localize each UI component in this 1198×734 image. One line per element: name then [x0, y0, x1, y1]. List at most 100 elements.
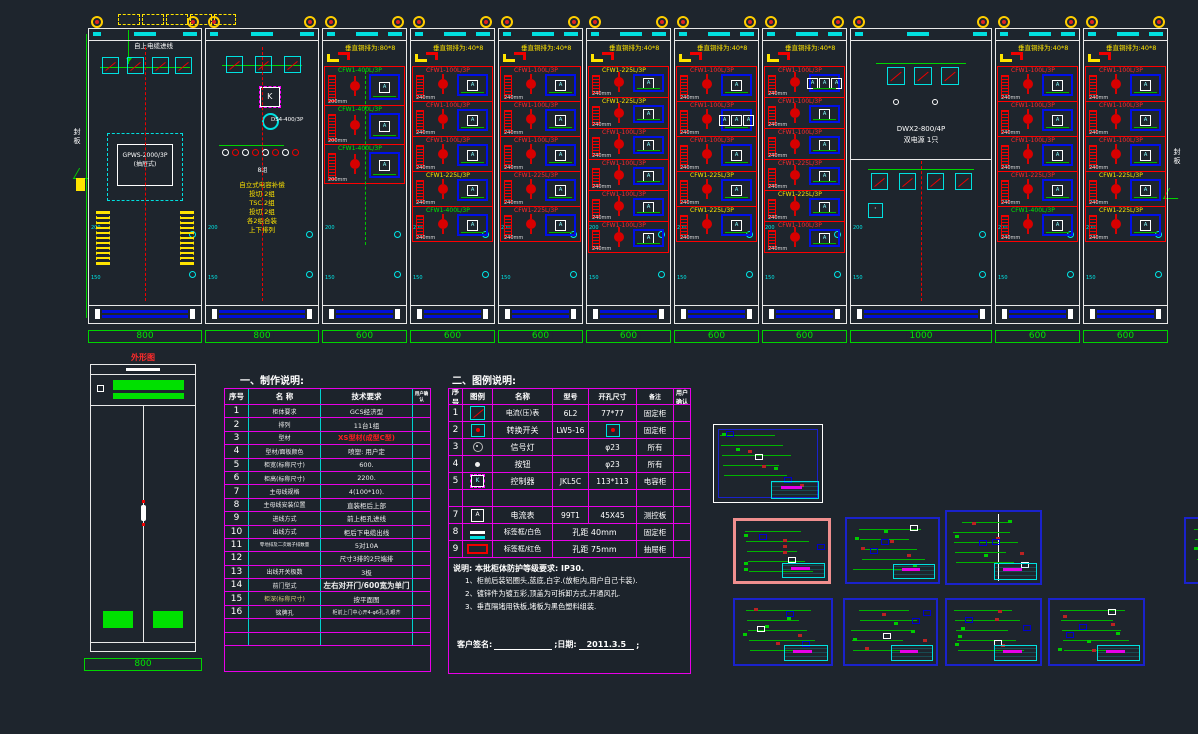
busbar-cap: [395, 309, 400, 319]
busbar-cap: [571, 309, 576, 319]
cabinet-elevation-8: 200150垂直铜排为:40*8CFW1-100L/3PAAA240mmCFW1…: [762, 28, 847, 344]
junction-dot: [893, 99, 899, 105]
table-row: 9进线方式前上柜孔进线: [225, 512, 430, 525]
section-dim-label: 150: [853, 276, 863, 281]
circuit-line: [954, 610, 1012, 611]
section-dim-label: 150: [501, 276, 511, 281]
breaker-row: CFW1-100L/3PA240mm: [589, 191, 668, 222]
component-mark: [882, 613, 886, 616]
horizontal-busbar: [776, 315, 833, 318]
meter-box: A: [545, 74, 576, 96]
table-row: 3信号灯φ23所有: [449, 439, 690, 456]
breaker-label: CFW1-100L/3P: [690, 102, 734, 109]
breaker-symbol-icon: [1023, 79, 1033, 89]
cad-drawing-canvas[interactable]: { "canvas": {"background": "#1e252d", "a…: [0, 0, 1198, 734]
needle: [874, 177, 885, 186]
meter-box: A: [545, 144, 576, 166]
width-dimension-label: 600: [529, 331, 552, 342]
legend-name: 转换开关: [493, 422, 553, 438]
width-dimension: 800: [205, 330, 319, 343]
cabinet-elevation-2: 200150KDS4-400/3P8组自立式电容补偿投切 2组TSC 2组投切 …: [205, 28, 319, 344]
panel-meter-icon: A: [467, 80, 478, 91]
legend-symbol-cell: [463, 524, 493, 540]
breaker-row: CFW1-225L/3PA240mm: [677, 172, 756, 207]
title-block: [771, 481, 819, 499]
circuit-line: [955, 552, 1006, 553]
left-fill-panel-label: 封板: [72, 128, 82, 146]
horizontal-busbar: [219, 310, 305, 313]
breaker-row: CFW1-100L/3PA240mm: [998, 137, 1077, 172]
component-mark: [1079, 624, 1087, 630]
legend-note: [637, 490, 674, 506]
user-confirm-cell: [413, 499, 430, 511]
breaker-row: CFW1-100L/3PA240mm: [589, 222, 668, 252]
circuit-line: [745, 531, 801, 532]
breaker-label: CFW1-100L/3P: [778, 98, 822, 105]
circuit-line: [962, 522, 1012, 523]
busbar-cap: [1068, 309, 1073, 319]
title-block-highlight: [1106, 650, 1124, 653]
cabinet-frame: 200150KDS4-400/3P8组自立式电容补偿投切 2组TSC 2组投切 …: [205, 28, 319, 324]
row-number: 5: [225, 459, 249, 471]
panel-meter-icon: A: [1052, 150, 1063, 161]
screw-icon: [1155, 271, 1162, 278]
component-mark: [1116, 632, 1120, 635]
column-header: 用户确认: [413, 389, 430, 404]
meter-box: A: [1042, 214, 1073, 236]
busbar-cap: [980, 309, 985, 319]
width-dimension-label: 600: [793, 331, 816, 342]
row-number: 1: [225, 405, 249, 417]
title-block-highlight: [902, 568, 920, 571]
nameplate-bar: [113, 393, 184, 399]
legend-name: 电流表: [493, 507, 553, 523]
component-mark: [755, 454, 763, 460]
horizontal-busbar: [219, 315, 305, 318]
cabinet-content: 200150垂直铜排为:40*8CFW1-100L/3PA240mmCFW1-1…: [411, 41, 494, 305]
meter-box: AAA: [721, 109, 752, 131]
spec-name: 型材/面板颜色: [249, 445, 321, 457]
meter-box: A: [633, 136, 664, 154]
busbar-cap: [769, 309, 774, 319]
sheet-thumbnail-detail-2: [945, 510, 1042, 585]
title-block-highlight: [781, 486, 802, 489]
cabinet-content: 200150垂直铜排为:40*8CFW1-100L/3PA240mmCFW1-1…: [675, 41, 758, 305]
circuit-line: [721, 445, 783, 446]
row-number: 12: [225, 552, 249, 564]
legend-symbol-cell: K: [463, 473, 493, 489]
breaker-sub-label: 240mm: [1089, 236, 1108, 241]
busbar-compartment: [89, 305, 201, 323]
component-mark: [958, 635, 962, 638]
meter-box: A: [369, 74, 400, 100]
user-confirm-cell: [413, 472, 430, 484]
horizontal-busbar: [864, 310, 978, 313]
breaker-row: CFW1-225L/3PA240mm: [501, 207, 580, 241]
table-row: [449, 490, 690, 507]
top-label-block: [652, 32, 666, 36]
meter-box: A: [545, 214, 576, 236]
breaker-row: CFW1-225L/3PA240mm: [765, 160, 844, 191]
breaker-sub-label: 240mm: [504, 96, 523, 101]
breaker-row: CFW1-100L/3PA240mm: [501, 67, 580, 102]
horizontal-busbar: [1097, 315, 1154, 318]
breaker-label: CFW1-100L/3P: [514, 102, 558, 109]
row-number: 2: [449, 422, 463, 438]
table-row: [225, 619, 430, 632]
breaker-row: CFW1-100L/3PA240mm: [998, 67, 1077, 102]
door-handle-icon: [141, 505, 146, 521]
breaker-symbol-icon: [1111, 219, 1121, 229]
screw-icon: [746, 271, 753, 278]
busbar-cap: [681, 309, 686, 319]
panel-meter-icon: A: [467, 150, 478, 161]
needle: [229, 60, 240, 69]
meter-box: A: [809, 198, 840, 216]
meter-box: A: [545, 179, 576, 201]
breaker-sub-label: 240mm: [680, 166, 699, 171]
breaker-label: CFW1-100L/3P: [1011, 137, 1055, 144]
column-header: 用户确认: [674, 389, 690, 404]
needle: [944, 72, 955, 82]
component-mark: [736, 448, 740, 451]
front-view-width-dimension: 800: [84, 658, 202, 671]
controller-icon: K: [471, 475, 484, 487]
table-row: 序号图例名称型号开孔尺寸备注用户确认: [449, 389, 690, 405]
table-row: 3型材XS型材(成型C型): [225, 432, 430, 445]
